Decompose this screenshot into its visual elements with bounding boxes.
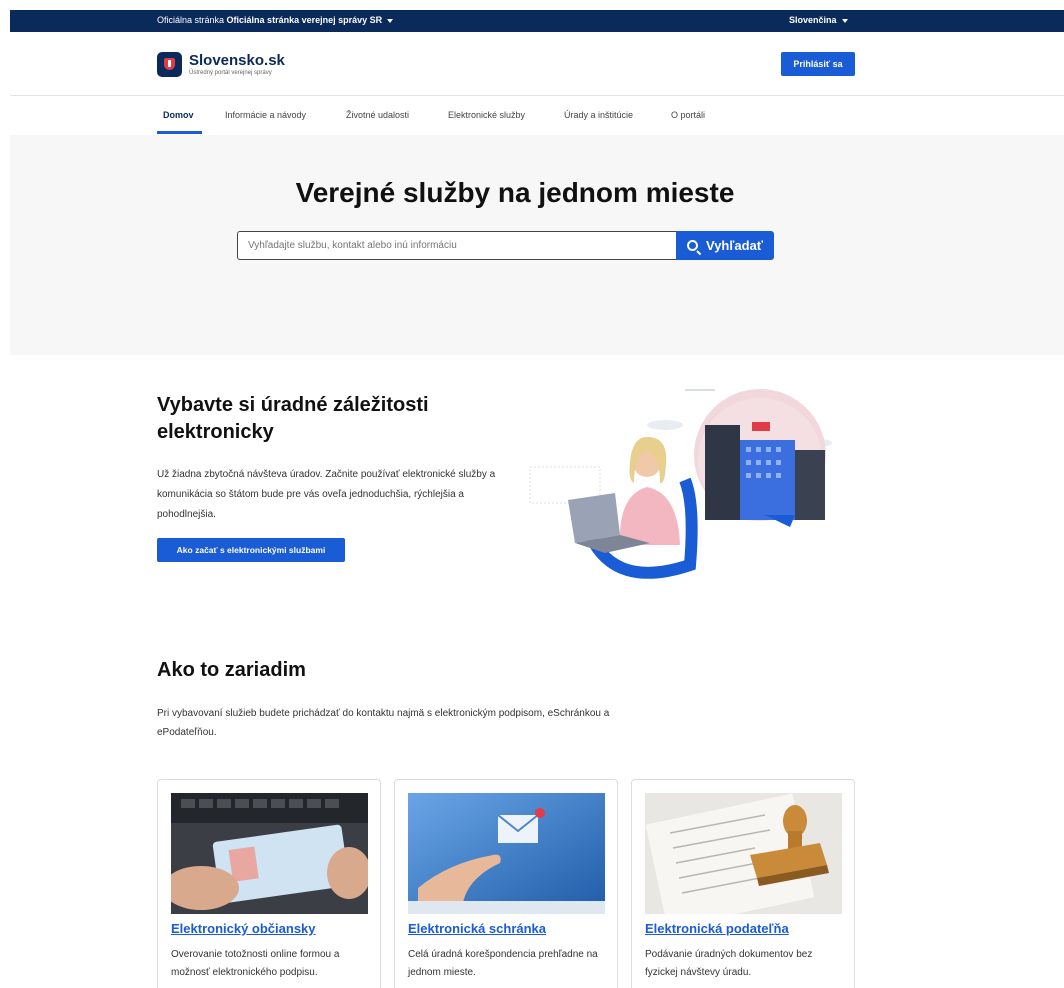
nav-item-elektronicke-sluzby[interactable]: Elektronické služby xyxy=(448,110,525,120)
search-input[interactable] xyxy=(237,231,677,260)
nav-item-o-portali[interactable]: O portáli xyxy=(671,110,705,120)
how-section-title: Ako to zariadim xyxy=(157,659,306,681)
nav-item-domov[interactable]: Domov xyxy=(163,110,194,120)
logo-name[interactable]: Slovensko.sk xyxy=(189,52,285,69)
search-button-label: Vyhľadať xyxy=(706,238,763,253)
card-text-eid: Overovanie totožnosti online formou a mo… xyxy=(171,949,340,978)
coat-of-arms-icon xyxy=(164,58,175,70)
official-label: Oficiálna stránka verejnej správy SR xyxy=(226,15,383,25)
hero-title: Verejné služby na jednom mieste xyxy=(295,177,735,208)
how-to-start-button[interactable]: Ako začať s elektronickými službami xyxy=(157,538,345,562)
nav-active-indicator xyxy=(157,131,202,134)
header-divider xyxy=(10,95,1064,96)
language-selector[interactable]: Slovenčina xyxy=(789,15,848,25)
promo-text: Už žiadna zbytočná návšteva úradov. Začn… xyxy=(157,469,496,520)
official-site-toggle[interactable]: Oficiálna stránka Oficiálna stránka vere… xyxy=(157,15,394,25)
logo-icon[interactable] xyxy=(157,52,182,77)
chevron-down-icon xyxy=(387,18,394,23)
gov-topbar: Oficiálna stránka Oficiálna stránka vere… xyxy=(10,10,1064,32)
card-title-epodatelna[interactable]: Elektronická podateľňa xyxy=(645,921,789,936)
nav-item-urady[interactable]: Úrady a inštitúcie xyxy=(564,110,633,120)
chevron-down-icon xyxy=(841,18,848,23)
card-image-stamp xyxy=(645,793,842,914)
nav-item-zivotne-udalosti[interactable]: Životné udalosti xyxy=(346,110,409,120)
search-icon xyxy=(687,240,698,251)
promo-illustration xyxy=(529,389,832,579)
nav-item-informacie[interactable]: Informácie a návody xyxy=(225,110,306,120)
card-epodatelna[interactable]: Elektronická podateľňa Podávanie úradnýc… xyxy=(631,779,855,988)
login-button[interactable]: Prihlásiť sa xyxy=(781,52,855,76)
card-eid[interactable]: Elektronický občiansky Overovanie totožn… xyxy=(157,779,381,988)
how-section-text: Pri vybavovaní služieb budete prichádzať… xyxy=(157,708,610,738)
card-image-id-card xyxy=(171,793,368,914)
official-prefix: Oficiálna stránka xyxy=(157,15,225,25)
card-title-eid[interactable]: Elektronický občiansky xyxy=(171,921,316,936)
card-eschranka[interactable]: Elektronická schránka Celá úradná korešp… xyxy=(394,779,618,988)
language-label: Slovenčina xyxy=(789,15,837,25)
promo-title: Vybavte si úradné záležitosti elektronic… xyxy=(157,394,429,443)
search-button[interactable]: Vyhľadať xyxy=(676,231,774,260)
card-title-eschranka[interactable]: Elektronická schránka xyxy=(408,921,546,936)
card-text-epodatelna: Podávanie úradných dokumentov bez fyzick… xyxy=(645,949,813,978)
card-text-eschranka: Celá úradná korešpondencia prehľadne na … xyxy=(408,949,598,978)
logo-subtitle: Ústredný portál verejnej správy xyxy=(189,70,272,76)
card-image-email xyxy=(408,793,605,914)
